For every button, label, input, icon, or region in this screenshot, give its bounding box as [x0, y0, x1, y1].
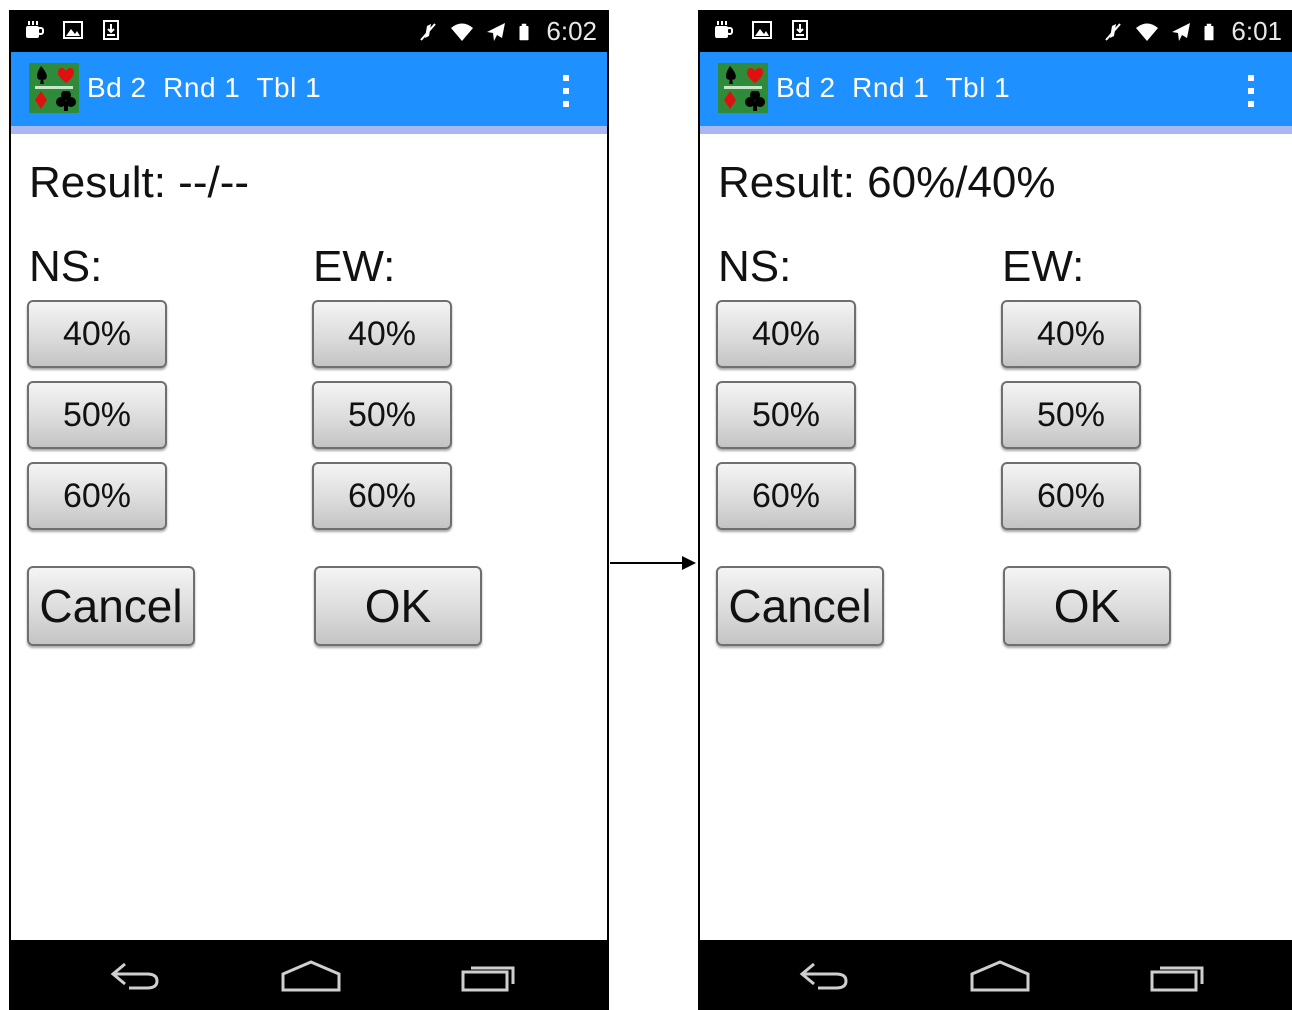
home-icon[interactable] [279, 958, 343, 994]
status-bar: 6:02 [11, 10, 607, 52]
phone-screen-before: 6:02 Bd 2 Rnd 1 Tbl 1 Result: --/-- NS: … [9, 10, 609, 1010]
result-label: Result: 60%/40% [718, 158, 1056, 207]
airplane-icon [487, 22, 506, 41]
coffee-icon [26, 21, 44, 38]
ns-label: NS: [718, 242, 792, 291]
app-title: Bd 2 Rnd 1 Tbl 1 [776, 72, 1011, 103]
ew-label: EW: [313, 242, 396, 291]
ew-40-button[interactable]: 40% [1001, 300, 1141, 368]
cancel-button[interactable]: Cancel [27, 566, 195, 646]
app-bar: Bd 2 Rnd 1 Tbl 1 [700, 52, 1292, 134]
recents-icon[interactable] [1146, 958, 1210, 994]
bridge-cards-logo-icon [718, 63, 768, 113]
ns-60-button[interactable]: 60% [27, 462, 167, 530]
ok-button[interactable]: OK [1003, 566, 1171, 646]
battery-icon [519, 23, 529, 40]
ew-label: EW: [1002, 242, 1085, 291]
image-icon [752, 21, 772, 39]
back-icon[interactable] [103, 958, 167, 994]
status-bar: 6:01 [700, 10, 1292, 52]
navigation-bar [700, 940, 1292, 1010]
airplane-icon [1172, 22, 1191, 41]
transition-arrow [610, 556, 696, 570]
ns-60-button[interactable]: 60% [716, 462, 856, 530]
ew-40-button[interactable]: 40% [312, 300, 452, 368]
wifi-icon [451, 23, 474, 41]
ew-60-button[interactable]: 60% [1001, 462, 1141, 530]
back-icon[interactable] [792, 958, 856, 994]
ns-40-button[interactable]: 40% [27, 300, 167, 368]
battery-icon [1204, 23, 1214, 40]
app-title: Bd 2 Rnd 1 Tbl 1 [87, 72, 322, 103]
phone-screen-after: 6:01 Bd 2 Rnd 1 Tbl 1 Result: 60%/40% NS… [698, 10, 1292, 1010]
cancel-button[interactable]: Cancel [716, 566, 884, 646]
image-icon [63, 21, 83, 39]
result-label: Result: --/-- [29, 158, 249, 207]
ew-60-button[interactable]: 60% [312, 462, 452, 530]
coffee-icon [715, 21, 733, 38]
status-time: 6:02 [546, 16, 597, 46]
status-time: 6:01 [1231, 16, 1282, 46]
ns-50-button[interactable]: 50% [27, 381, 167, 449]
download-icon [103, 20, 119, 40]
wifi-icon [1136, 23, 1159, 41]
download-icon [792, 20, 808, 40]
bridge-cards-logo-icon [29, 63, 79, 113]
navigation-bar [11, 940, 607, 1010]
ew-50-button[interactable]: 50% [312, 381, 452, 449]
recents-icon[interactable] [457, 958, 521, 994]
home-icon[interactable] [968, 958, 1032, 994]
mute-icon [420, 22, 437, 41]
ns-label: NS: [29, 242, 103, 291]
app-bar: Bd 2 Rnd 1 Tbl 1 [11, 52, 607, 134]
ew-50-button[interactable]: 50% [1001, 381, 1141, 449]
ns-40-button[interactable]: 40% [716, 300, 856, 368]
overflow-menu-icon[interactable] [1246, 74, 1256, 108]
ns-50-button[interactable]: 50% [716, 381, 856, 449]
ok-button[interactable]: OK [314, 566, 482, 646]
mute-icon [1105, 22, 1122, 41]
overflow-menu-icon[interactable] [561, 74, 571, 108]
